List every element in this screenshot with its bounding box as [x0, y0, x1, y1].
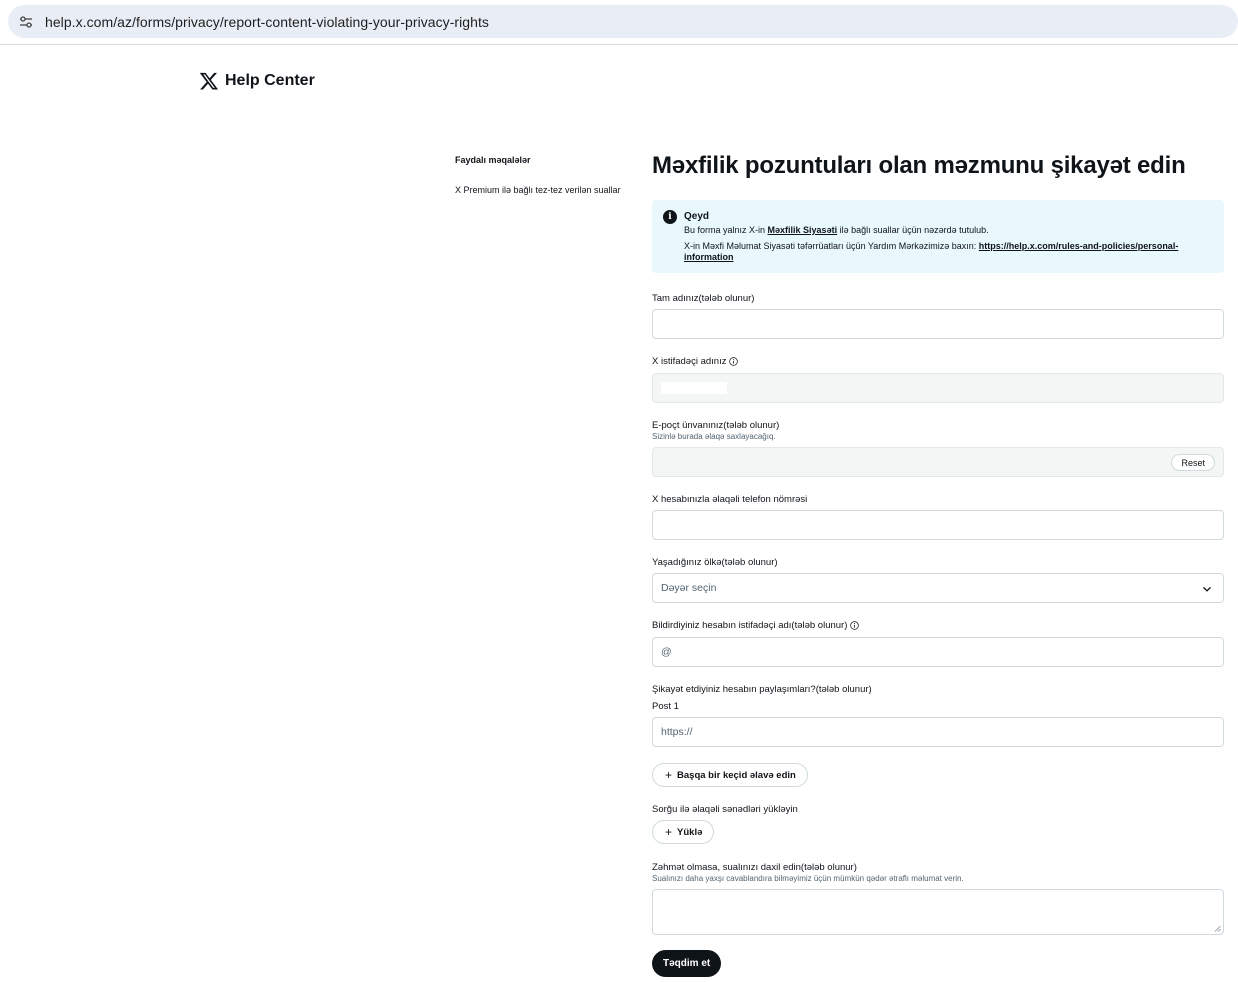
posts-label: Şikayət etdiyiniz hesabın paylaşımları? …	[652, 684, 872, 695]
country-select[interactable]: Dəyər seçin	[652, 573, 1224, 603]
note-text: X-in Məxfi Məlumat Siyasəti təfərrüatlar…	[684, 241, 979, 251]
username-redacted	[661, 382, 727, 394]
note-text: Bu forma yalnız X-in	[684, 225, 768, 235]
sidebar-title: Faydalı məqalələr	[455, 155, 531, 165]
phone-input[interactable]	[652, 510, 1224, 540]
info-icon[interactable]	[850, 621, 860, 630]
question-textarea[interactable]	[652, 889, 1224, 935]
note-text-help: X-in Məxfi Məlumat Siyasəti təfərrüatlar…	[684, 241, 1214, 263]
question-subtext: Sualınızı daha yaxşı cavablandıra bilməy…	[652, 874, 964, 883]
resize-grip-icon[interactable]	[1214, 925, 1221, 932]
help-center-logo[interactable]: Help Center	[199, 71, 315, 91]
note-text-policy: Bu forma yalnız X-in Məxfilik Siyasəti i…	[684, 225, 989, 235]
post-1-label: Post 1	[652, 701, 679, 712]
label-text: X istifadəçi adınız	[652, 356, 727, 367]
country-label: Yaşadığınız ölkə (tələb olunur)	[652, 557, 778, 568]
username-input	[652, 373, 1224, 403]
info-circle-icon: i	[663, 210, 677, 224]
plus-icon: +	[665, 825, 673, 839]
label-text: Şikayət etdiyiniz hesabın paylaşımları?	[652, 684, 816, 695]
submit-button[interactable]: Təqdim et	[652, 950, 722, 977]
note-title: Qeyd	[684, 211, 710, 222]
logo-text: Help Center	[225, 72, 315, 89]
label-text: E-poçt ünvanınız	[652, 420, 724, 431]
note-box: i Qeyd Bu forma yalnız X-in Məxfilik Siy…	[652, 200, 1224, 273]
privacy-policy-link[interactable]: Məxfilik Siyasəti	[768, 225, 838, 235]
email-subtext: Sizinlə burada əlaqə saxlayacağıq.	[652, 432, 776, 441]
required-text: (tələb olunur)	[791, 620, 848, 631]
chevron-down-icon	[1203, 586, 1211, 592]
button-label: Yüklə	[677, 826, 703, 838]
button-label: Başqa bir keçid əlavə edin	[677, 769, 796, 781]
username-label: X istifadəçi adınız	[652, 356, 739, 367]
upload-button[interactable]: + Yüklə	[652, 820, 715, 844]
label-text: Zəhmət olmasa, sualınızı daxil edin	[652, 862, 801, 873]
info-icon[interactable]	[729, 357, 739, 366]
sidebar-link-x-premium-faq[interactable]: X Premium ilə bağlı tez-tez verilən sual…	[455, 185, 645, 195]
add-link-button[interactable]: + Başqa bir keçid əlavə edin	[652, 763, 808, 787]
required-text: (tələb olunur)	[723, 420, 780, 431]
question-label: Zəhmət olmasa, sualınızı daxil edin (təl…	[652, 862, 857, 873]
full-name-label: Tam adınız (tələb olunur)	[652, 293, 754, 304]
email-input: Reset	[652, 447, 1224, 477]
required-text: (tələb olunur)	[721, 557, 778, 568]
page-title: Məxfilik pozuntuları olan məzmunu şikayə…	[652, 152, 1186, 179]
reported-username-input[interactable]: @	[652, 637, 1224, 667]
required-text: (tələb olunur)	[800, 862, 857, 873]
sidebar: Faydalı məqalələr X Premium ilə bağlı te…	[455, 155, 645, 195]
post-url-placeholder: https://	[661, 726, 693, 738]
label-text: Yaşadığınız ölkə	[652, 557, 722, 568]
upload-label: Sorğu ilə əlaqəli sənədləri yükləyin	[652, 804, 798, 815]
full-name-input[interactable]	[652, 309, 1224, 339]
post-1-url-input[interactable]: https://	[652, 717, 1224, 747]
required-text: (tələb olunur)	[698, 293, 755, 304]
phone-label: X hesabınızla əlaqəli telefon nömrəsi	[652, 494, 808, 505]
site-settings-icon[interactable]	[18, 14, 34, 30]
x-logo-icon	[199, 72, 219, 90]
reported-username-placeholder: @	[661, 646, 672, 658]
email-label: E-poçt ünvanınız (tələb olunur)	[652, 420, 779, 431]
required-text: (tələb olunur)	[815, 684, 872, 695]
note-text: ilə bağlı suallar üçün nəzərdə tutulub.	[837, 225, 989, 235]
plus-icon: +	[665, 768, 673, 782]
url-text[interactable]: help.x.com/az/forms/privacy/report-conte…	[45, 14, 489, 30]
privacy-report-form: Məxfilik pozuntuları olan məzmunu şikayə…	[652, 150, 1224, 977]
country-select-value: Dəyər seçin	[661, 582, 717, 594]
browser-toolbar: help.x.com/az/forms/privacy/report-conte…	[0, 0, 1238, 45]
reported-username-label: Bildirdiyiniz hesabın istifadəçi adı (tə…	[652, 620, 860, 631]
label-text: Bildirdiyiniz hesabın istifadəçi adı	[652, 620, 792, 631]
address-bar[interactable]: help.x.com/az/forms/privacy/report-conte…	[8, 5, 1238, 38]
email-reset-button[interactable]: Reset	[1171, 454, 1215, 471]
label-text: Tam adınız	[652, 293, 699, 304]
